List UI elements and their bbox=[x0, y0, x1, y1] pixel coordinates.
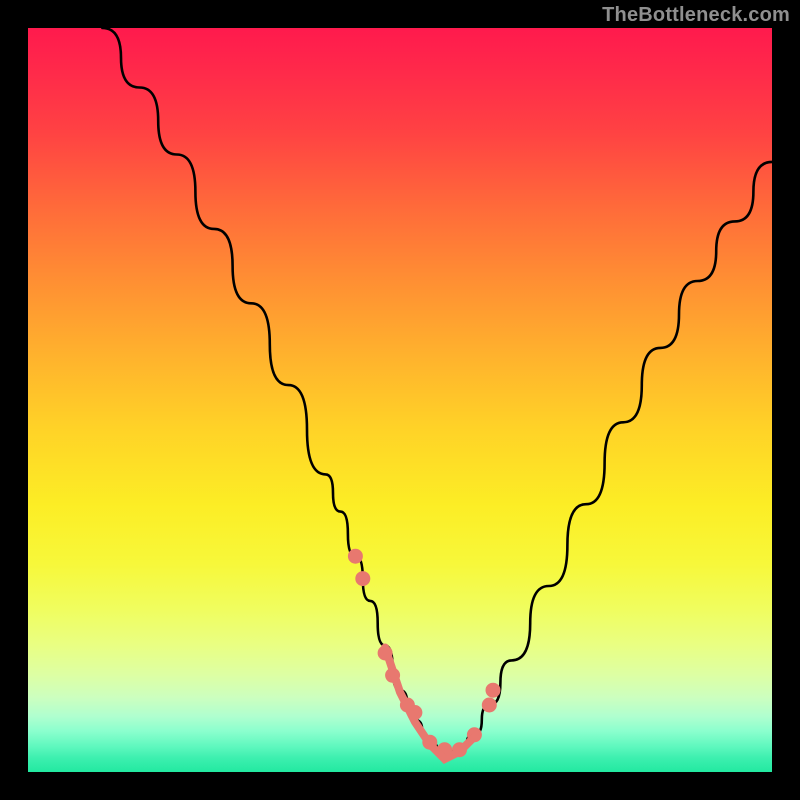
watermark-text: TheBottleneck.com bbox=[602, 4, 790, 27]
chart-frame: TheBottleneck.com bbox=[0, 0, 800, 800]
curve-layer bbox=[28, 28, 772, 772]
plot-area bbox=[28, 28, 772, 772]
bottleneck-curve bbox=[102, 28, 772, 757]
highlight-markers bbox=[348, 549, 500, 757]
highlight-dot bbox=[356, 572, 370, 586]
highlight-dot bbox=[486, 683, 500, 697]
highlight-dot bbox=[348, 549, 362, 563]
highlight-dot bbox=[482, 698, 496, 712]
